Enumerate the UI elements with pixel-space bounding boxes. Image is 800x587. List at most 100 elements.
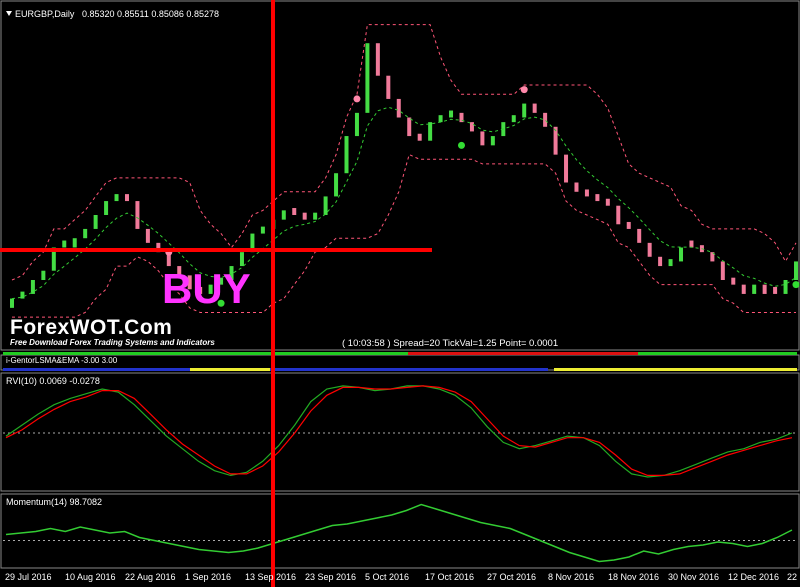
rvi-main-line (5, 385, 793, 478)
momentum-plot (3, 503, 797, 563)
gentor-trend-bar (3, 352, 797, 355)
candle-bar (438, 115, 443, 123)
rvi-label: RVI(10) 0.0069 -0.0278 (6, 376, 100, 386)
candle-bar (104, 201, 109, 215)
candle-bar (605, 198, 610, 206)
candle-bar (689, 240, 694, 248)
signal-dot (520, 86, 528, 94)
signal-dot (457, 141, 465, 149)
gentor-level-bar (3, 368, 548, 371)
candle-bar (10, 298, 14, 308)
candle-bar (532, 103, 537, 113)
rvi-signal-line (5, 385, 793, 476)
candle-bar (480, 131, 485, 146)
rvi-plot (3, 385, 797, 478)
gentor-trend-bar (408, 352, 638, 355)
candle-bar (794, 261, 798, 280)
trading-chart[interactable] (0, 0, 800, 587)
candle-bar (407, 117, 412, 137)
x-tick-label: 13 Sep 2016 (245, 572, 297, 582)
candle-bar (114, 194, 119, 202)
candle-bar (679, 247, 684, 262)
candle-bar (449, 110, 454, 118)
candle-bar (396, 98, 401, 118)
candle-bar (83, 228, 88, 239)
candle-bar (417, 133, 422, 141)
x-tick-label: 27 Oct 2016 (487, 572, 537, 582)
ema-line (11, 106, 797, 300)
candle-bar (720, 261, 725, 280)
candle-bar (281, 210, 286, 220)
candle-bar (354, 112, 359, 137)
brand-tagline: Free Download Forex Trading Systems and … (10, 338, 215, 347)
buy-signal-label: BUY (162, 265, 251, 312)
x-tick-label: 30 Nov 2016 (668, 572, 720, 582)
candle-bar (365, 43, 370, 113)
gentor-level-bar (190, 368, 270, 371)
candle-bar (543, 112, 548, 127)
candle-bar (124, 194, 129, 202)
candle-bar (616, 205, 621, 225)
x-tick-label: 22 (787, 572, 798, 582)
candle-bar (344, 136, 349, 174)
candle-bar (428, 122, 433, 141)
chart-symbol: EURGBP,Daily (15, 9, 75, 19)
candle-bar (668, 259, 673, 267)
x-tick-label: 22 Aug 2016 (125, 572, 176, 582)
candle-bar (626, 221, 631, 229)
x-tick-label: 18 Nov 2016 (608, 572, 660, 582)
candle-bar (752, 284, 757, 294)
x-tick-label: 5 Oct 2016 (365, 572, 410, 582)
lower-stop-line (12, 153, 796, 318)
x-tick-label: 10 Aug 2016 (65, 572, 116, 582)
status-readout: ( 10:03:58 ) Spread=20 TickVal=1.25 Poin… (342, 338, 559, 349)
candle-bar (260, 226, 265, 234)
chart-ohlc: 0.85320 0.85511 0.85086 0.85278 (82, 9, 219, 19)
candle-bar (574, 182, 579, 192)
candle-bar (783, 280, 788, 294)
candle-bar (292, 208, 297, 215)
x-tick-label: 17 Oct 2016 (425, 572, 475, 582)
candle-bar (762, 284, 767, 294)
candle-bar (658, 256, 663, 267)
candle-bar (731, 277, 736, 285)
candle-bar (135, 201, 140, 229)
signal-dot (792, 281, 800, 289)
gentor-panel-frame (0, 354, 800, 371)
candle-bar (522, 103, 527, 118)
candle-bar (386, 75, 391, 99)
candle-bar (595, 194, 600, 202)
candle-bar (313, 212, 318, 220)
x-tick-label: 8 Nov 2016 (548, 572, 595, 582)
gentor-level-bar (554, 368, 797, 371)
candle-bar (647, 242, 652, 257)
candle-bar (72, 238, 77, 248)
candle-bar (375, 43, 380, 76)
candle-bar (145, 228, 150, 243)
momentum-panel-frame (0, 493, 800, 569)
candle-bar (741, 284, 746, 294)
candle-bar (41, 270, 46, 280)
dropdown-triangle-icon[interactable] (6, 11, 12, 16)
x-tick-label: 1 Sep 2016 (185, 572, 232, 582)
candle-bar (490, 136, 495, 146)
candle-bar (62, 240, 67, 248)
momentum-line (5, 503, 793, 563)
candle-bar (239, 252, 244, 267)
gentor-label: i-GentorLSMA&EMA -3.00 3.00 (6, 356, 118, 365)
x-tick-label: 12 Dec 2016 (728, 572, 780, 582)
candle-bar (30, 280, 35, 294)
candle-bar (469, 122, 474, 132)
candle-bar (302, 212, 307, 220)
momentum-label: Momentum(14) 98.7082 (6, 497, 103, 507)
signal-dot (353, 95, 361, 103)
price-panel-frame (0, 0, 800, 351)
candle-bar (20, 291, 25, 299)
candle-bar (511, 115, 516, 123)
candle-bar (584, 189, 589, 197)
rvi-panel-frame (0, 372, 800, 492)
x-tick-label: 29 Jul 2016 (5, 572, 52, 582)
brand-logo-text: ForexWOT.Com (10, 316, 173, 339)
candle-bar (773, 286, 778, 294)
candle-bar (323, 196, 328, 215)
